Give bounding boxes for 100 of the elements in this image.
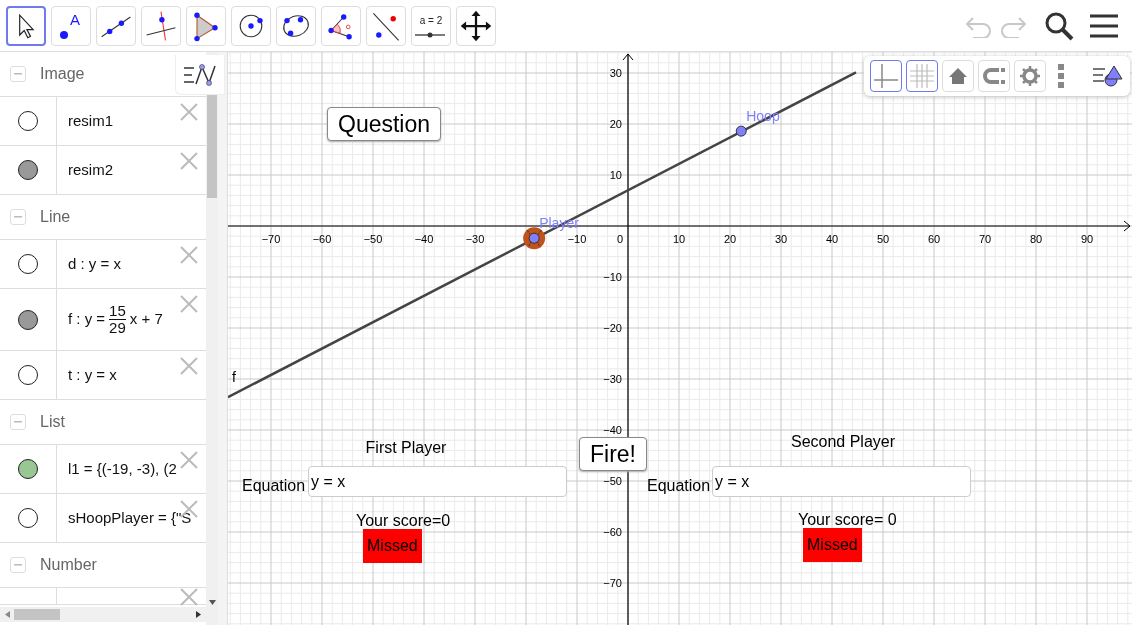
ellipse-tool[interactable] (276, 5, 316, 46)
axis-tick-label: −10 (603, 271, 622, 283)
axis-tick-label: −40 (603, 424, 622, 436)
close-icon (180, 357, 198, 375)
axis-tick-label: −50 (363, 233, 383, 245)
close-icon (180, 103, 198, 121)
graph-line[interactable] (228, 71, 857, 399)
axis-tick-label: −40 (414, 233, 434, 245)
line-tool[interactable] (96, 5, 136, 46)
group-header: Line (40, 207, 71, 227)
axis-tick-label: 80 (1029, 233, 1043, 245)
minus-icon (14, 73, 22, 75)
grid-toggle[interactable] (906, 60, 938, 92)
result-label: Missed (803, 528, 862, 562)
style-icon (1092, 63, 1124, 89)
axis-tick-label: 40 (825, 233, 839, 245)
close-icon (180, 295, 198, 313)
axis-tick-label: 60 (927, 233, 941, 245)
equation-field[interactable]: y = x (712, 466, 971, 497)
close-icon (180, 246, 198, 264)
triangle-tool[interactable] (186, 5, 226, 46)
player-title: First Player (365, 438, 447, 458)
graph-view-icon (182, 61, 218, 88)
canvas-button[interactable]: Fire! (579, 437, 647, 471)
visibility-toggle[interactable] (18, 309, 38, 330)
algebra-entry: t : y = x (68, 364, 117, 385)
scrollbar-thumb[interactable] (14, 609, 60, 620)
group-header: List (40, 412, 65, 432)
axis-tick-label: −10 (567, 233, 587, 245)
point-icon (60, 30, 68, 39)
axis-tick-label: 30 (609, 67, 622, 79)
axis-tick-label: −70 (603, 577, 622, 589)
scrollbar-thumb[interactable] (207, 92, 217, 198)
slider-tool[interactable]: a = 2 (411, 5, 451, 46)
scroll-right-icon[interactable] (196, 611, 201, 618)
angle-tool[interactable] (321, 5, 361, 46)
algebra-entry: resim1 (68, 110, 113, 131)
axis-tick-label: −30 (465, 233, 485, 245)
circle-tool[interactable] (231, 5, 271, 46)
move-arrows-tool[interactable] (456, 5, 496, 46)
player-title: Second Player (790, 432, 896, 452)
visibility-toggle[interactable] (18, 508, 38, 528)
close-icon (180, 152, 198, 170)
settings-icon (1020, 66, 1040, 86)
visibility-toggle[interactable] (18, 459, 38, 479)
canvas-button[interactable]: Question (327, 107, 442, 141)
menu-button[interactable] (1090, 13, 1118, 38)
axis-tick-label: −50 (603, 475, 622, 487)
visibility-toggle[interactable] (18, 365, 38, 385)
field-label: Equation (647, 476, 711, 496)
more-button[interactable] (1058, 64, 1064, 88)
result-label: Missed (363, 529, 422, 563)
visibility-toggle[interactable] (18, 254, 38, 274)
axis-tick-label: −60 (603, 526, 622, 538)
visibility-toggle[interactable] (18, 111, 38, 131)
point-tool[interactable]: A (51, 5, 91, 46)
slider-icon (415, 31, 445, 38)
settings-button[interactable] (1014, 60, 1046, 92)
group-header: Number (40, 555, 97, 575)
home-icon (948, 67, 968, 85)
axis-tick-label: 20 (609, 118, 622, 130)
home-button[interactable] (942, 60, 974, 92)
axis-tick-label: 30 (774, 233, 788, 245)
reflection-tool[interactable] (366, 5, 406, 46)
axes-icon (873, 63, 899, 89)
close-icon (180, 588, 198, 606)
score-text: Your score= 0 (798, 510, 897, 530)
axis-tick-label: 90 (1080, 233, 1094, 245)
algebra-toggle[interactable] (175, 55, 225, 95)
search-button[interactable] (1044, 10, 1074, 41)
score-text: Your score=0 (356, 511, 451, 531)
style-button[interactable] (1092, 63, 1124, 89)
axis-tick-label: 10 (609, 169, 622, 181)
scroll-down-icon[interactable] (209, 600, 216, 605)
algebra-entry: l1 = {(-19, -3), (2 (68, 458, 177, 479)
graph-point[interactable] (735, 125, 747, 137)
equation-field[interactable]: y = x (308, 466, 567, 497)
algebra-entry: resim2 (68, 159, 113, 180)
line-label: f (232, 369, 236, 385)
axis-tick-label: −30 (603, 373, 622, 385)
snap-button[interactable] (978, 60, 1010, 92)
close-icon (180, 451, 198, 469)
more-icon (1058, 64, 1064, 88)
axis-tick-label: 0 (616, 233, 624, 245)
minus-icon (14, 421, 22, 423)
algebra-entry: d : y = x (68, 253, 121, 274)
minus-icon (14, 564, 22, 566)
minus-icon (14, 216, 22, 218)
axes-toggle[interactable] (870, 60, 902, 92)
search-icon (1044, 10, 1074, 41)
cursor-tool[interactable] (6, 5, 46, 46)
axis-tick-label: 70 (978, 233, 992, 245)
axis-tick-label: −70 (261, 233, 281, 245)
visibility-toggle[interactable] (18, 160, 38, 180)
scroll-left-icon[interactable] (5, 611, 10, 618)
group-header: Image (40, 64, 85, 84)
field-label: Equation (242, 476, 306, 496)
magnet-icon (982, 67, 1006, 85)
axis-tick-label: 20 (723, 233, 737, 245)
perpendicular-line-tool[interactable] (141, 5, 181, 46)
